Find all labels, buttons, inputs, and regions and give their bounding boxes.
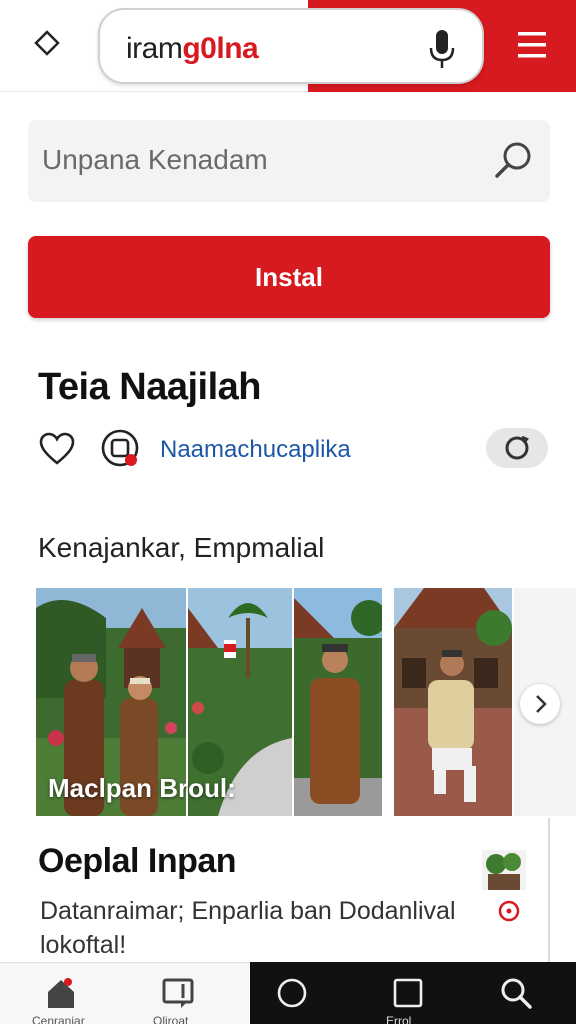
article-body: Datanraimar; Enparlia ban Dodanlival lok…	[40, 894, 480, 962]
address-bar[interactable]: iramg0lna	[98, 8, 484, 84]
diamond-icon[interactable]	[34, 30, 60, 56]
refresh-toggle[interactable]	[486, 428, 548, 468]
photo-gallery: Maclpan Broul:	[36, 588, 576, 816]
record-dot-icon[interactable]	[498, 900, 520, 922]
nav-item-bookmark[interactable]: Oliroat	[145, 962, 215, 1024]
url-text-part2: g0lna	[182, 32, 259, 65]
article-title[interactable]: Oeplal Inpan	[38, 842, 237, 881]
url-text: iramg0lna	[126, 32, 259, 66]
top-bar: iramg0lna	[0, 0, 576, 92]
article-thumbnail[interactable]	[482, 850, 526, 890]
gallery-photo-4[interactable]	[394, 588, 512, 816]
nav-item-home[interactable]: Cenraniar	[30, 962, 100, 1024]
chevron-right-icon	[536, 695, 547, 713]
section-heading: Kenajankar, Empmalial	[38, 532, 325, 563]
page-title: Teia Naajilah	[38, 366, 262, 408]
nav-label-square: Errol	[386, 1014, 412, 1024]
bookmark-icon	[162, 978, 194, 1008]
nav-item-search[interactable]	[486, 962, 546, 1024]
divider	[548, 818, 550, 962]
nav-label-home: Cenraniar	[32, 1014, 85, 1024]
search-placeholder: Unpana Kenadam	[42, 144, 268, 175]
nav-item-circle[interactable]	[262, 962, 322, 1024]
search-box[interactable]: Unpana Kenadam	[28, 120, 550, 202]
gallery-next-button[interactable]	[520, 684, 560, 724]
circle-icon	[277, 978, 307, 1008]
gallery-caption: Maclpan Broul:	[48, 773, 236, 803]
home-icon	[48, 978, 74, 1008]
gallery-photo-3[interactable]	[294, 588, 382, 816]
heart-icon[interactable]	[38, 430, 76, 468]
circle-arrow-icon	[505, 435, 529, 460]
hamburger-menu-icon[interactable]	[516, 28, 548, 62]
search-icon[interactable]	[492, 138, 536, 182]
microphone-icon[interactable]	[426, 28, 458, 70]
install-button[interactable]: Instal	[28, 236, 550, 318]
article-body-line: lokoftal!	[40, 931, 127, 959]
bottom-navigation: Cenraniar Oliroat Errol	[0, 962, 576, 1024]
source-link[interactable]: Naamachucaplika	[160, 436, 351, 464]
notification-badge-icon[interactable]	[100, 428, 142, 470]
nav-item-square[interactable]: Errol	[378, 962, 438, 1024]
search-icon	[501, 978, 532, 1009]
nav-label-bookmark: Oliroat	[153, 1014, 189, 1024]
url-text-part1: iram	[126, 32, 183, 65]
article-body-line: Datanraimar; Enparlia ban Dodanlival	[40, 897, 456, 925]
square-icon	[393, 978, 423, 1008]
